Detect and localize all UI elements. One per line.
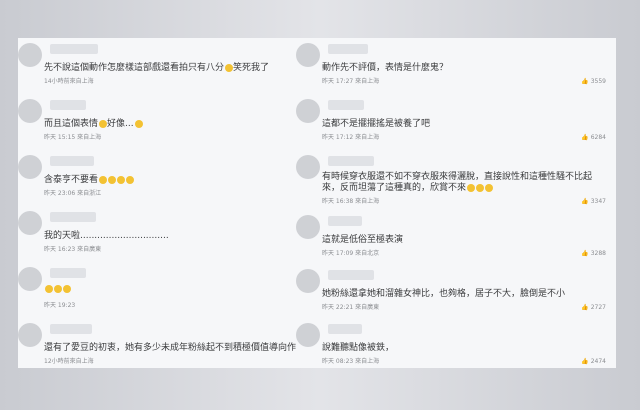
like-count[interactable]: 👍 3347: [581, 198, 606, 205]
comment-item: 動作先不評價，表情是什麼鬼？ 昨天 17:27 來自上海 👍 3559: [296, 38, 616, 90]
comment-text: 有時候穿衣服還不如不穿衣服來得灑脫，直接說性和這種性騷不比起來，反而坦蕩了這種真…: [322, 172, 593, 193]
emoji-icon: [45, 284, 53, 293]
username-blurred[interactable]: [50, 44, 98, 54]
comment-item: 這都不是擺擺搖是被養了吧 昨天 17:12 來自上海 👍 6284: [296, 94, 616, 146]
like-count[interactable]: 👍 2474: [581, 358, 606, 365]
comment-item: 還有了愛豆的初衷，她有多少未成年粉絲起不到積極價值導向作用 12小時前來自上海: [18, 318, 316, 370]
username-blurred[interactable]: [328, 270, 374, 280]
comment-meta: 昨天 17:09 來自北京: [322, 250, 380, 257]
comment-meta: 昨天 17:27 來自上海: [322, 78, 380, 85]
like-count[interactable]: 👍 2727: [581, 304, 606, 311]
avatar[interactable]: [296, 269, 320, 293]
username-blurred[interactable]: [328, 100, 364, 110]
comment-item: 她粉絲還拿她和溜雜女神比，也夠格，居子不大，臉倒是不小 昨天 22:21 來自廣…: [296, 264, 616, 316]
avatar[interactable]: [296, 43, 320, 67]
username-blurred[interactable]: [50, 212, 96, 222]
comment-item: 我的天啦............................... 昨天 1…: [18, 206, 316, 258]
avatar[interactable]: [18, 155, 42, 179]
thumbs-up-icon: 👍: [581, 198, 589, 205]
username-blurred[interactable]: [50, 100, 86, 110]
comment-meta: 昨天 22:21 來自廣東: [322, 304, 380, 311]
username-blurred[interactable]: [50, 324, 92, 334]
emoji-icon: [485, 183, 494, 192]
comment-item: 先不說這個動作怎麼樣這部戲還看拍只有八分 笑死我了 14小時前來自上海: [18, 38, 316, 90]
emoji-icon: [467, 183, 476, 192]
thumbs-up-icon: 👍: [581, 78, 589, 85]
avatar[interactable]: [18, 323, 42, 347]
comment-text: 而且這個表情 好像...: [44, 116, 143, 129]
like-count[interactable]: 👍 3288: [581, 250, 606, 257]
emoji-icon: [126, 175, 135, 184]
comment-item: 含泰亨不要看 昨天 23:06 來自浙江: [18, 150, 316, 202]
username-blurred[interactable]: [328, 44, 368, 54]
comment-item: 說難聽點像被鉄， 昨天 08:23 來自上海 👍 2474: [296, 318, 616, 370]
emoji-icon: [108, 175, 117, 184]
comment-text: 她粉絲還拿她和溜雜女神比，也夠格，居子不大，臉倒是不小: [322, 289, 566, 299]
emoji-icon: [63, 284, 71, 293]
screenshot: 先不說這個動作怎麼樣這部戲還看拍只有八分 笑死我了 14小時前來自上海 而且這個表…: [0, 0, 640, 410]
emoji-icon: [54, 284, 62, 293]
avatar[interactable]: [296, 99, 320, 123]
comment-meta: 昨天 23:06 來自浙江: [44, 190, 102, 197]
comment-text: [44, 284, 71, 294]
avatar[interactable]: [296, 215, 320, 239]
comment-item: 昨天 19:23: [18, 262, 316, 314]
avatar[interactable]: [296, 323, 320, 347]
username-blurred[interactable]: [328, 216, 362, 226]
emoji-icon: [134, 119, 143, 128]
comment-text: 還有了愛豆的初衷，她有多少未成年粉絲起不到積極價值導向作用: [44, 343, 306, 353]
emoji-icon: [117, 175, 126, 184]
comment-meta: 昨天 16:23 來自廣東: [44, 246, 102, 253]
comment-text: 我的天啦...............................: [44, 231, 169, 241]
username-blurred[interactable]: [50, 268, 86, 278]
avatar[interactable]: [18, 43, 42, 67]
comment-text: 說難聽點像被鉄，: [322, 343, 395, 353]
emoji-icon: [99, 175, 108, 184]
comment-text: 這就是低俗至極表演: [322, 235, 404, 245]
comments-panel-right: 動作先不評價，表情是什麼鬼？ 昨天 17:27 來自上海 👍 3559 這都不是…: [296, 38, 616, 368]
thumbs-up-icon: 👍: [581, 134, 589, 141]
comment-meta: 昨天 15:15 來自上海: [44, 134, 102, 141]
comments-panel-left: 先不說這個動作怎麼樣這部戲還看拍只有八分 笑死我了 14小時前來自上海 而且這個表…: [18, 38, 316, 368]
comment-meta: 昨天 16:38 來自上海: [322, 198, 380, 205]
avatar[interactable]: [296, 155, 320, 179]
thumbs-up-icon: 👍: [581, 304, 589, 311]
avatar[interactable]: [18, 267, 42, 291]
comment-text: 含泰亨不要看: [44, 172, 135, 185]
comment-text: 這都不是擺擺搖是被養了吧: [322, 119, 431, 129]
username-blurred[interactable]: [328, 324, 362, 334]
avatar[interactable]: [18, 211, 42, 235]
comment-item: 這就是低俗至極表演 昨天 17:09 來自北京 👍 3288: [296, 210, 616, 262]
emoji-icon: [225, 63, 234, 72]
avatar[interactable]: [18, 99, 42, 123]
comment-meta: 昨天 19:23: [44, 302, 76, 309]
thumbs-up-icon: 👍: [581, 250, 589, 257]
like-count[interactable]: 👍 6284: [581, 134, 606, 141]
comment-meta: 14小時前來自上海: [44, 78, 94, 85]
comment-text: 動作先不評價，表情是什麼鬼？: [322, 63, 449, 73]
username-blurred[interactable]: [50, 156, 94, 166]
comment-meta: 昨天 17:12 來自上海: [322, 134, 380, 141]
comment-text: 先不說這個動作怎麼樣這部戲還看拍只有八分 笑死我了: [44, 63, 270, 73]
emoji-icon: [99, 119, 108, 128]
like-count[interactable]: 👍 3559: [581, 78, 606, 85]
comment-item: 而且這個表情 好像... 昨天 15:15 來自上海: [18, 94, 316, 146]
emoji-icon: [476, 183, 485, 192]
comment-item: 有時候穿衣服還不如不穿衣服來得灑脫，直接說性和這種性騷不比起來，反而坦蕩了這種真…: [296, 150, 616, 210]
comment-meta: 昨天 08:23 來自上海: [322, 358, 380, 365]
thumbs-up-icon: 👍: [581, 358, 589, 365]
username-blurred[interactable]: [328, 156, 374, 166]
comment-meta: 12小時前來自上海: [44, 358, 94, 365]
